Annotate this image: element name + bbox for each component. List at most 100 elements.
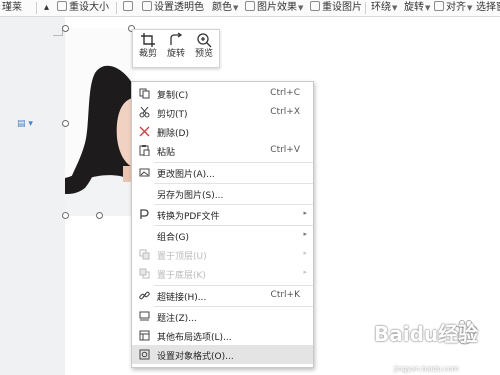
menu-item-layout-options[interactable]: 其他布局选项(L)... bbox=[132, 326, 313, 345]
set-transparent-label: 设置透明色 bbox=[154, 2, 204, 13]
select-pane-label: 选择窗 bbox=[476, 2, 500, 13]
arrange-button[interactable] bbox=[123, 1, 135, 15]
rotate-icon bbox=[170, 32, 183, 45]
dropdown-arrow-icon: ▼ bbox=[233, 4, 239, 12]
menu-item-label: 其他布局选项(L)... bbox=[157, 333, 232, 343]
picture-mini-toolbar: 裁剪 旋转 预览 bbox=[132, 29, 220, 68]
copy-icon bbox=[139, 88, 150, 99]
reset-size-label: 重设大小 bbox=[69, 2, 109, 13]
menu-item-convert-pdf[interactable]: 转换为PDF文件 ▸ bbox=[132, 205, 313, 224]
resize-handle[interactable] bbox=[62, 120, 69, 127]
picture-effect-icon bbox=[245, 1, 255, 11]
portrait-photo bbox=[65, 28, 135, 216]
menu-item-group[interactable]: 组合(G) ▸ bbox=[132, 226, 313, 245]
menu-item-shortcut: Ctrl+C bbox=[270, 88, 300, 98]
menu-item-label: 置于顶层(U) bbox=[157, 252, 207, 262]
format-object-icon bbox=[139, 349, 150, 360]
wrap-label: 环绕 bbox=[371, 2, 391, 13]
dropdown-arrow-icon: ▼ bbox=[298, 4, 304, 12]
menu-item-label: 超链接(H)... bbox=[157, 293, 207, 303]
submenu-arrow-icon: ▸ bbox=[303, 209, 307, 217]
menu-item-label: 更改图片(A)... bbox=[157, 170, 215, 180]
crop-button[interactable]: 裁剪 bbox=[135, 32, 161, 65]
pdf-icon bbox=[140, 209, 149, 219]
color-button[interactable]: 颜色▼ bbox=[212, 1, 238, 15]
rotate-label: 旋转 bbox=[404, 2, 424, 13]
bring-to-front-icon bbox=[139, 249, 150, 260]
submenu-arrow-icon: ▸ bbox=[303, 268, 307, 276]
rotate-ribbon-button[interactable]: 旋转▼ bbox=[404, 1, 430, 15]
context-menu: 复制(C) Ctrl+C 剪切(T) Ctrl+X 删除(D) 粘贴 Ctrl+… bbox=[131, 81, 314, 368]
menu-item-label: 转换为PDF文件 bbox=[157, 212, 220, 222]
menu-item-send-to-back[interactable]: 置于底层(K) ▸ bbox=[132, 264, 313, 283]
spin-arrows-icon[interactable]: ▴ bbox=[44, 1, 52, 15]
font-name-field[interactable]: 瑾莱 bbox=[2, 1, 22, 15]
paragraph-layout-icon[interactable]: ▤ ▾ bbox=[17, 119, 33, 129]
menu-item-label: 题注(Z)... bbox=[157, 314, 197, 324]
reset-size-button[interactable]: 重设大小 bbox=[57, 1, 109, 15]
menu-item-copy[interactable]: 复制(C) Ctrl+C bbox=[132, 84, 313, 103]
reset-picture-button[interactable]: 重设图片 bbox=[310, 1, 362, 15]
reset-picture-label: 重设图片 bbox=[322, 2, 362, 13]
menu-item-label: 组合(G) bbox=[157, 233, 189, 243]
menu-item-format-object[interactable]: 设置对象格式(O)... bbox=[132, 345, 313, 364]
rotate-label: 旋转 bbox=[166, 49, 185, 59]
dropdown-arrow-icon: ▼ bbox=[392, 4, 398, 12]
menu-item-label: 剪切(T) bbox=[157, 110, 188, 120]
layout-options-icon bbox=[139, 330, 150, 341]
scissors-icon bbox=[139, 107, 150, 118]
align-label: 对齐 bbox=[446, 2, 466, 13]
wrap-button[interactable]: 环绕▼ bbox=[371, 1, 397, 15]
delete-x-icon bbox=[139, 126, 150, 137]
menu-item-delete[interactable]: 删除(D) bbox=[132, 122, 313, 141]
menu-item-paste[interactable]: 粘贴 Ctrl+V bbox=[132, 141, 313, 160]
menu-item-bring-to-front[interactable]: 置于顶层(U) ▸ bbox=[132, 245, 313, 264]
picture-effect-label: 图片效果 bbox=[257, 2, 297, 13]
baidu-watermark: Baidu经验 jingyan.baidu.com bbox=[372, 316, 500, 375]
selected-picture[interactable] bbox=[65, 28, 135, 216]
ribbon-separator bbox=[36, 2, 37, 14]
submenu-arrow-icon: ▸ bbox=[303, 249, 307, 257]
watermark-brand: Baidu经验 bbox=[374, 322, 479, 346]
align-button[interactable]: 对齐▼ bbox=[434, 1, 472, 15]
transparent-icon bbox=[142, 1, 152, 11]
menu-item-caption[interactable]: 题注(Z)... bbox=[132, 307, 313, 326]
caption-icon bbox=[139, 311, 150, 321]
reset-picture-icon bbox=[310, 1, 320, 11]
watermark-url: jingyan.baidu.com bbox=[394, 365, 459, 373]
reset-size-icon bbox=[57, 1, 67, 11]
crop-icon bbox=[141, 33, 155, 47]
paste-icon bbox=[139, 145, 150, 156]
zoom-in-icon bbox=[197, 33, 212, 48]
menu-item-label: 删除(D) bbox=[157, 129, 189, 139]
menu-item-save-as-picture[interactable]: 另存为图片(S)... bbox=[132, 184, 313, 203]
menu-item-shortcut: Ctrl+K bbox=[270, 290, 300, 300]
send-to-back-icon bbox=[139, 268, 150, 279]
arrange-icon bbox=[123, 1, 133, 11]
menu-item-shortcut: Ctrl+X bbox=[270, 107, 300, 117]
menu-item-cut[interactable]: 剪切(T) Ctrl+X bbox=[132, 103, 313, 122]
resize-handle[interactable] bbox=[62, 212, 69, 219]
menu-item-label: 置于底层(K) bbox=[157, 271, 206, 281]
dropdown-arrow-icon: ▼ bbox=[425, 4, 431, 12]
resize-handle[interactable] bbox=[62, 25, 69, 32]
picture-effect-button[interactable]: 图片效果▼ bbox=[245, 1, 303, 15]
rotate-button[interactable]: 旋转 bbox=[163, 32, 189, 65]
menu-item-label: 设置对象格式(O)... bbox=[157, 352, 234, 362]
ribbon-toolbar: 瑾莱 ▴ 重设大小 设置透明色 颜色▼ 图片效果▼ 重设图片 环绕▼ 旋转▼ 对… bbox=[0, 0, 500, 17]
menu-item-label: 粘贴 bbox=[157, 148, 176, 158]
select-pane-button[interactable]: 选择窗 bbox=[476, 1, 500, 15]
dropdown-arrow-icon: ▼ bbox=[467, 4, 473, 12]
set-transparent-button[interactable]: 设置透明色 bbox=[142, 1, 204, 15]
color-label: 颜色 bbox=[212, 2, 232, 13]
crop-label: 裁剪 bbox=[138, 49, 157, 59]
menu-item-hyperlink[interactable]: 超链接(H)... Ctrl+K bbox=[132, 286, 313, 305]
preview-label: 预览 bbox=[194, 49, 213, 59]
change-picture-icon bbox=[139, 168, 150, 177]
menu-item-change-picture[interactable]: 更改图片(A)... bbox=[132, 163, 313, 182]
resize-handle[interactable] bbox=[96, 212, 103, 219]
menu-item-label: 复制(C) bbox=[157, 91, 189, 101]
ribbon-separator bbox=[116, 2, 117, 14]
menu-item-shortcut: Ctrl+V bbox=[270, 145, 300, 155]
preview-button[interactable]: 预览 bbox=[191, 32, 217, 65]
